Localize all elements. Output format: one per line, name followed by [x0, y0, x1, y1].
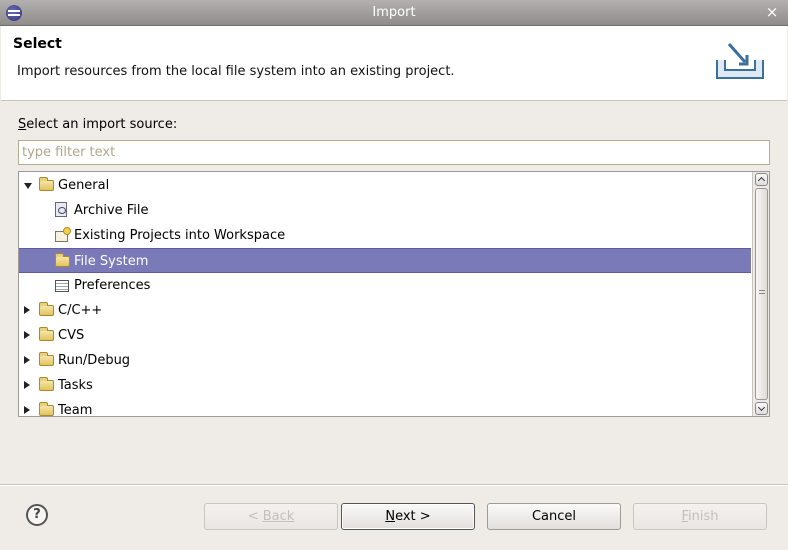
tree-item[interactable]: C/C++ [19, 298, 751, 323]
tree-item[interactable]: Existing Projects into Workspace [19, 223, 751, 248]
tree-item[interactable]: Tasks [19, 373, 751, 398]
folder-icon [39, 377, 54, 391]
help-button[interactable]: ? [26, 504, 48, 526]
tree-item-label: C/C++ [58, 303, 103, 318]
tree-item-label: CVS [58, 328, 85, 343]
close-button[interactable]: × [764, 4, 780, 20]
page-title: Select [13, 36, 62, 52]
tree-item-label: Tasks [58, 378, 93, 393]
tree-item[interactable]: CVS [19, 323, 751, 348]
tree-item-label: Existing Projects into Workspace [74, 228, 286, 243]
tree-item-label: Archive File [74, 203, 149, 218]
folder-icon [39, 352, 54, 366]
filter-input[interactable] [18, 140, 770, 165]
finish-button[interactable]: Finish [633, 503, 767, 530]
import-source-label: Select an import source: [18, 117, 178, 132]
folder-icon [39, 302, 54, 316]
collapsed-arrow-icon[interactable] [24, 331, 30, 339]
collapsed-arrow-icon[interactable] [24, 406, 30, 414]
vertical-scrollbar[interactable] [752, 172, 769, 416]
archive-file-icon [55, 202, 67, 217]
cancel-button[interactable]: Cancel [487, 503, 621, 530]
title-bar: Import × [0, 0, 788, 26]
tree-item-label: Run/Debug [58, 353, 131, 368]
collapsed-arrow-icon[interactable] [24, 381, 30, 389]
scroll-thumb[interactable] [755, 188, 768, 400]
grip-icon [759, 290, 765, 296]
collapsed-arrow-icon[interactable] [24, 306, 30, 314]
next-button[interactable]: Next > [341, 503, 475, 530]
folder-icon [39, 402, 54, 416]
preferences-icon [55, 280, 69, 292]
folder-icon [55, 253, 70, 267]
tree-item-label: File System [74, 254, 149, 269]
tree-rows: General Archive File Existing Projects int… [19, 173, 751, 417]
tree-item[interactable]: File System [19, 248, 751, 273]
project-icon [55, 227, 71, 242]
tree-item-label: General [58, 178, 110, 193]
import-wizard-icon [716, 43, 764, 79]
tree-item[interactable]: Team [19, 398, 751, 417]
expanded-arrow-icon[interactable] [24, 183, 32, 189]
tree-item[interactable]: Archive File [19, 198, 751, 223]
tree-item-label: Preferences [74, 278, 151, 293]
window-title: Import [372, 5, 416, 20]
scroll-down-arrow-icon[interactable] [755, 402, 768, 415]
import-source-tree[interactable]: General Archive File Existing Projects int… [18, 171, 770, 417]
collapsed-arrow-icon[interactable] [24, 356, 30, 364]
tree-item[interactable]: General [19, 173, 751, 198]
button-bar-divider [0, 484, 788, 486]
back-button[interactable]: < Back [204, 503, 338, 530]
scroll-up-arrow-icon[interactable] [755, 173, 768, 186]
wizard-header: Select Import resources from the local f… [1, 26, 787, 101]
page-description: Import resources from the local file sys… [17, 64, 455, 79]
folder-open-icon [39, 177, 54, 191]
tree-item-label: Team [58, 403, 93, 417]
folder-icon [39, 327, 54, 341]
tree-item[interactable]: Preferences [19, 273, 751, 298]
tree-item[interactable]: Run/Debug [19, 348, 751, 373]
